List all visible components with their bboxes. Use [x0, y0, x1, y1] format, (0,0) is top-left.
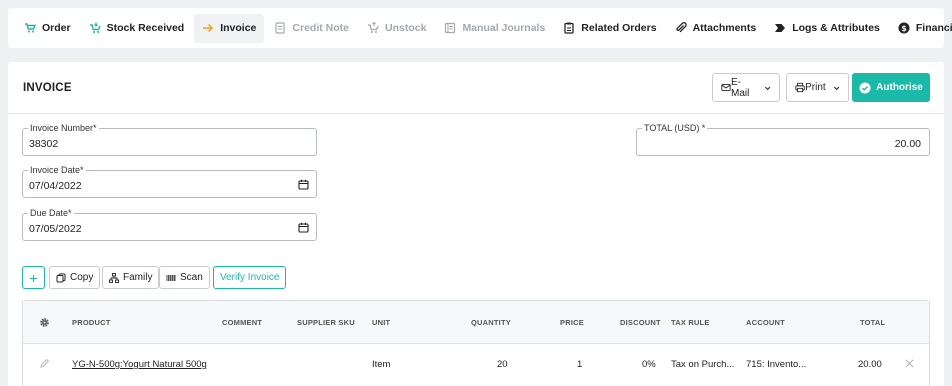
column-header-tax-rule: TAX RULE: [671, 318, 710, 327]
email-button[interactable]: E-Mail: [712, 73, 780, 102]
check-circle-icon: [859, 82, 871, 93]
column-header-total: TOTAL: [860, 318, 886, 327]
table-row[interactable]: YG-N-500g:Yogurt Natural 500g Item 20 1 …: [23, 344, 929, 384]
cell-tax-rule: Tax on Purch...: [671, 359, 735, 370]
cell-quantity: 20: [497, 359, 508, 370]
column-header-account: ACCOUNT: [746, 318, 785, 327]
field-value: 07/05/2022: [29, 223, 82, 235]
journal-icon: [444, 22, 456, 34]
family-label: Family: [123, 272, 153, 283]
scan-button[interactable]: Scan: [159, 266, 210, 289]
family-button[interactable]: Family: [102, 266, 160, 289]
tab-credit-note[interactable]: Credit Note: [266, 14, 357, 43]
cell-unit: Item: [372, 359, 391, 370]
svg-text:$: $: [901, 24, 907, 33]
tab-bar: Order Stock Received Invoice Credit Note…: [8, 8, 952, 48]
calendar-icon[interactable]: [298, 179, 309, 190]
envelope-icon: [721, 84, 731, 91]
tab-label: Unstock: [385, 22, 427, 34]
column-header-product: PRODUCT: [72, 318, 111, 327]
invoice-card: INVOICE E-Mail Print Authorise Invoice N…: [8, 62, 944, 386]
verify-label: Verify Invoice: [220, 272, 280, 283]
cell-discount: 0%: [642, 359, 656, 370]
tab-attachments[interactable]: Attachments: [667, 14, 765, 43]
cart-download-icon: [89, 22, 101, 34]
barcode-icon: [166, 274, 176, 281]
tab-label: Related Orders: [581, 22, 657, 34]
field-label: Due Date*: [28, 207, 74, 219]
tab-related-orders[interactable]: Related Orders: [555, 14, 664, 43]
due-date-field[interactable]: Due Date* 07/05/2022: [22, 207, 317, 241]
copy-button[interactable]: Copy: [49, 266, 101, 289]
cell-total: 20.00: [858, 359, 882, 370]
invoice-lines-table: PRODUCT COMMENT SUPPLIER SKU UNIT QUANTI…: [22, 300, 930, 386]
tab-stock-received[interactable]: Stock Received: [81, 14, 193, 43]
field-value: 20.00: [894, 138, 921, 150]
paperclip-icon: [675, 22, 687, 34]
tab-label: Order: [42, 22, 71, 34]
field-label: Invoice Number*: [28, 122, 99, 134]
tag-icon: [774, 22, 786, 34]
total-field[interactable]: TOTAL (USD) * 20.00: [636, 122, 930, 156]
column-header-supplier-sku: SUPPLIER SKU: [297, 318, 355, 327]
cell-account: 715: Invento...: [746, 359, 807, 370]
tab-financials[interactable]: $ Financials: [890, 14, 952, 43]
tab-logs-attributes[interactable]: Logs & Attributes: [766, 14, 888, 43]
cart-upload-icon: [367, 22, 379, 34]
chevron-down-icon: [833, 86, 839, 90]
calendar-icon[interactable]: [298, 222, 309, 233]
tab-label: Manual Journals: [462, 22, 546, 34]
tab-order[interactable]: Order: [16, 14, 79, 43]
gear-icon[interactable]: [39, 317, 50, 328]
table-header: PRODUCT COMMENT SUPPLIER SKU UNIT QUANTI…: [23, 301, 929, 344]
tab-label: Invoice: [220, 22, 257, 34]
clipboard-icon: [563, 22, 575, 34]
field-label: Invoice Date*: [28, 164, 86, 176]
scan-label: Scan: [180, 272, 203, 283]
chevron-down-icon: [764, 86, 770, 90]
invoice-date-field[interactable]: Invoice Date* 07/04/2022: [22, 164, 317, 198]
copy-label: Copy: [70, 272, 94, 283]
dollar-circle-icon: $: [898, 22, 910, 34]
copy-icon: [56, 273, 66, 282]
hierarchy-icon: [109, 272, 119, 283]
tab-label: Stock Received: [106, 22, 185, 34]
column-header-price: PRICE: [560, 318, 584, 327]
column-header-unit: UNIT: [372, 318, 391, 327]
print-button[interactable]: Print: [786, 73, 849, 102]
close-icon[interactable]: [905, 359, 914, 368]
tab-label: Financials: [915, 22, 952, 34]
tab-unstock[interactable]: Unstock: [359, 14, 434, 43]
product-link[interactable]: YG-N-500g:Yogurt Natural 500g: [72, 359, 207, 370]
invoice-number-field[interactable]: Invoice Number* 38302: [22, 122, 317, 156]
authorise-button[interactable]: Authorise: [852, 73, 930, 102]
add-label: +: [29, 269, 38, 286]
cart-icon: [24, 22, 36, 34]
printer-icon: [795, 82, 805, 93]
tab-label: Credit Note: [292, 22, 349, 34]
document-icon: [274, 22, 286, 34]
tab-manual-journals[interactable]: Manual Journals: [436, 14, 553, 43]
tab-label: Attachments: [692, 22, 757, 34]
arrow-right-icon: [202, 22, 214, 34]
field-value: 38302: [29, 138, 59, 150]
cell-price: 1: [577, 359, 583, 370]
card-header: INVOICE E-Mail Print Authorise: [8, 62, 944, 114]
authorise-label: Authorise: [876, 82, 923, 93]
tab-label: Logs & Attributes: [792, 22, 880, 34]
column-header-quantity: QUANTITY: [471, 318, 511, 327]
page-title: INVOICE: [23, 82, 72, 94]
pencil-icon[interactable]: [39, 358, 50, 369]
print-label: Print: [805, 82, 826, 93]
column-header-discount: DISCOUNT: [620, 318, 661, 327]
tab-invoice[interactable]: Invoice: [194, 13, 265, 43]
verify-invoice-button[interactable]: Verify Invoice: [213, 266, 287, 289]
column-header-comment: COMMENT: [222, 318, 263, 327]
email-label: E-Mail: [730, 76, 750, 99]
field-value: 07/04/2022: [29, 180, 82, 192]
add-line-button[interactable]: +: [22, 266, 45, 289]
field-label: TOTAL (USD) *: [642, 122, 708, 134]
